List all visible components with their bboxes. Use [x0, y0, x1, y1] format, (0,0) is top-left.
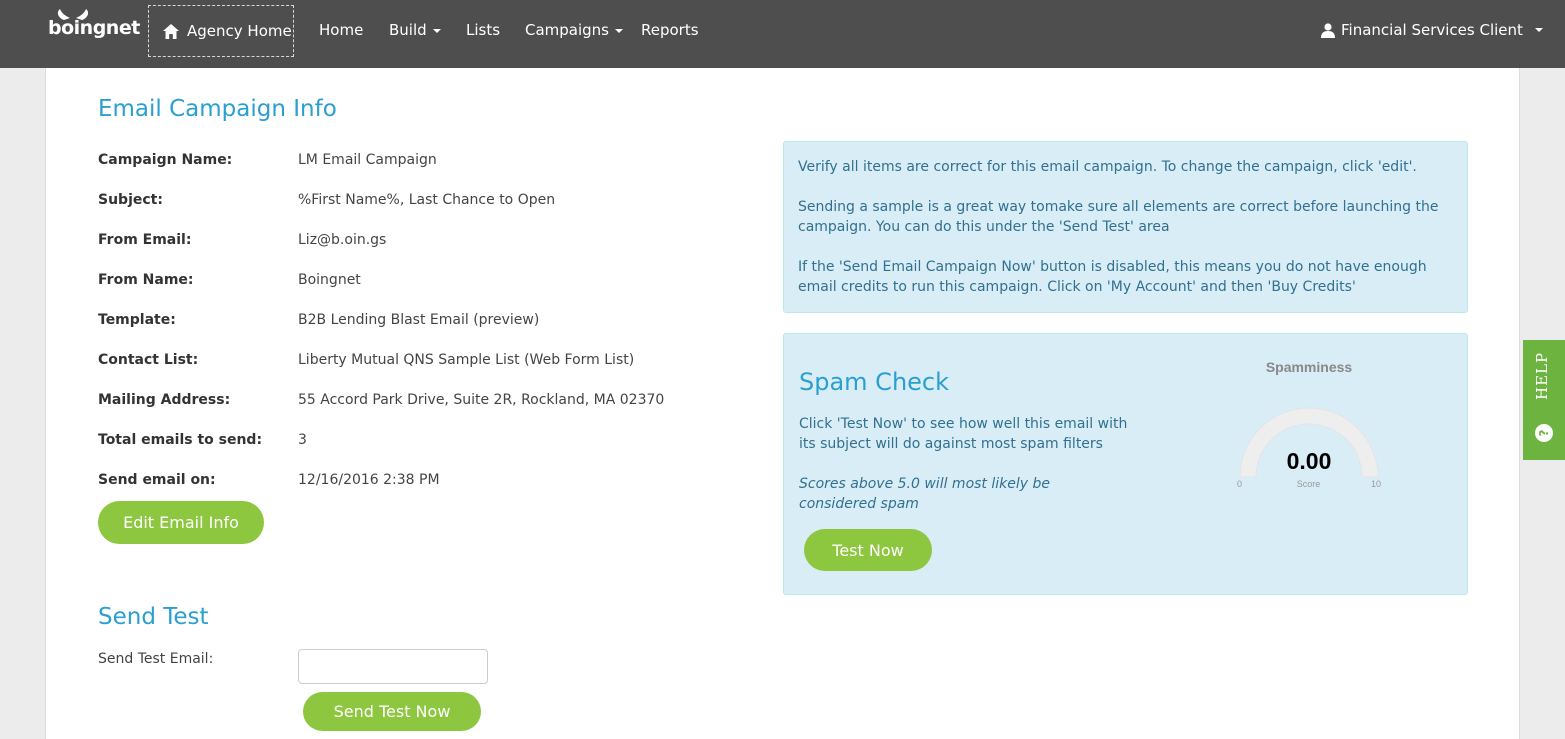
- campaign-info-heading: Email Campaign Info: [98, 96, 337, 122]
- spam-check-note: Scores above 5.0 will most likely be con…: [799, 476, 1050, 512]
- verify-paragraph: If the 'Send Email Campaign Now' button …: [798, 259, 1427, 295]
- field-label: Total emails to send:: [98, 432, 263, 448]
- total-emails-value: 3: [298, 432, 307, 448]
- field-label: Contact List:: [98, 352, 199, 368]
- spam-check-heading: Spam Check: [799, 368, 950, 396]
- field-label: From Email:: [98, 232, 192, 248]
- boingnet-logo[interactable]: boingnet: [48, 9, 140, 44]
- field-label: Send email on:: [98, 472, 216, 488]
- send-test-label: Send Test Email:: [98, 651, 214, 667]
- edit-email-info-button[interactable]: Edit Email Info: [98, 501, 264, 544]
- agency-home-button[interactable]: Agency Home: [148, 5, 294, 57]
- nav-build-label: Build: [389, 21, 427, 39]
- user-name: Financial Services Client: [1341, 21, 1523, 39]
- nav-campaigns[interactable]: Campaigns: [525, 0, 624, 60]
- field-label: Subject:: [98, 192, 163, 208]
- nav-campaigns-label: Campaigns: [525, 21, 610, 39]
- test-now-button[interactable]: Test Now: [804, 529, 932, 571]
- home-icon: [163, 23, 179, 39]
- field-label: Mailing Address:: [98, 392, 231, 408]
- gauge-value: 0.00: [1286, 448, 1332, 474]
- verify-info-box: Verify all items are correct for this em…: [783, 141, 1468, 313]
- spam-check-description: Click 'Test Now' to see how well this em…: [799, 416, 1128, 452]
- caret-down-icon: [615, 28, 624, 33]
- caret-down-icon: [432, 28, 441, 33]
- gauge-score-label: Score: [1296, 479, 1321, 489]
- subject-value: %First Name%, Last Chance to Open: [298, 192, 556, 208]
- help-tab[interactable]: HELP ?: [1523, 340, 1565, 460]
- nav-lists[interactable]: Lists: [466, 0, 500, 60]
- spam-check-box: Spam Check Click 'Test Now' to see how w…: [783, 333, 1468, 595]
- gauge-title: Spamminess: [1265, 359, 1353, 375]
- from-name-value: Boingnet: [298, 272, 361, 288]
- nav-build[interactable]: Build: [389, 0, 441, 60]
- field-label: From Name:: [98, 272, 194, 288]
- question-icon: ?: [1535, 424, 1553, 442]
- agency-home-label: Agency Home: [187, 22, 292, 40]
- nav-home[interactable]: Home: [319, 0, 363, 60]
- field-label: Campaign Name:: [98, 152, 233, 168]
- send-test-heading: Send Test: [98, 604, 209, 630]
- nav-home-label: Home: [319, 21, 364, 39]
- send-test-now-button[interactable]: Send Test Now: [303, 692, 481, 731]
- gauge-max-label: 10: [1371, 479, 1382, 489]
- nav-reports[interactable]: Reports: [641, 0, 699, 60]
- logo-wings-icon: [57, 9, 89, 20]
- verify-paragraph: Verify all items are correct for this em…: [798, 159, 1417, 175]
- template-value[interactable]: B2B Lending Blast Email (preview): [298, 312, 539, 328]
- contact-list-value: Liberty Mutual QNS Sample List (Web Form…: [298, 352, 635, 368]
- user-icon: [1321, 22, 1335, 38]
- field-label: Template:: [98, 312, 176, 328]
- user-menu[interactable]: Financial Services Client: [1321, 0, 1543, 60]
- campaign-name-value: LM Email Campaign: [298, 152, 437, 168]
- from-email-value: Liz@b.oin.gs: [298, 232, 387, 248]
- help-label: HELP: [1533, 351, 1551, 400]
- send-date-value: 12/16/2016 2:38 PM: [298, 472, 440, 488]
- verify-paragraph: Sending a sample is a great way tomake s…: [798, 199, 1439, 235]
- top-navbar: boingnet Agency Home Home Build Lists Ca…: [0, 0, 1565, 68]
- mailing-address-value: 55 Accord Park Drive, Suite 2R, Rockland…: [298, 392, 665, 408]
- nav-reports-label: Reports: [641, 21, 699, 39]
- nav-lists-label: Lists: [466, 21, 501, 39]
- caret-down-icon: [1534, 28, 1543, 32]
- send-test-email-input[interactable]: [298, 649, 488, 684]
- gauge-min-label: 0: [1237, 479, 1243, 489]
